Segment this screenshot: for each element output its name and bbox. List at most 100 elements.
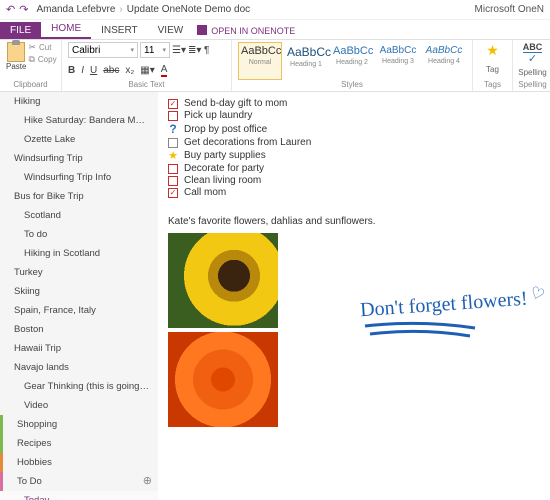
star-icon[interactable]: ★ <box>168 149 178 162</box>
task-text[interactable]: Drop by post office <box>184 124 267 135</box>
style-heading2[interactable]: AaBbCcHeading 2 <box>330 42 374 80</box>
ink-annotation[interactable]: ♡ Don't forget flowers! <box>360 292 540 343</box>
style-heading4[interactable]: AaBbCcHeading 4 <box>422 42 466 80</box>
sidebar-item-boston[interactable]: Boston <box>0 320 158 339</box>
sidebar-item-hike-bandera[interactable]: Hike Saturday: Bandera Mountain <box>0 111 158 130</box>
sidebar-item-hawaii[interactable]: Hawaii Trip <box>0 339 158 358</box>
star-icon: ★ <box>486 42 499 59</box>
style-normal[interactable]: AaBbCcNormal <box>238 42 282 80</box>
style-heading3[interactable]: AaBbCcHeading 3 <box>376 42 420 80</box>
task-row[interactable]: Get decorations from Lauren <box>168 137 540 148</box>
tab-insert[interactable]: INSERT <box>91 22 148 39</box>
dahlia-image[interactable] <box>168 332 278 427</box>
font-name-value: Calibri <box>72 45 100 56</box>
paste-button[interactable]: Paste <box>6 42 26 74</box>
tag-button[interactable]: Tag <box>486 65 499 74</box>
task-text[interactable]: Send b-day gift to mom <box>184 98 287 109</box>
sidebar-item-turkey[interactable]: Turkey <box>0 263 158 282</box>
highlight-button[interactable]: ▦▾ <box>140 65 154 76</box>
checkbox-empty-icon[interactable] <box>168 138 178 148</box>
numbering-button[interactable]: ≣▾ <box>188 43 202 57</box>
task-row[interactable]: ✓ Send b-day gift to mom <box>168 98 540 109</box>
task-row[interactable]: Decorate for party <box>168 163 540 174</box>
add-page-icon[interactable]: ⊕ <box>143 475 152 488</box>
cut-button[interactable]: Cut <box>28 42 56 53</box>
bold-button[interactable]: B <box>68 65 75 76</box>
task-text[interactable]: Get decorations from Lauren <box>184 137 311 148</box>
paste-label: Paste <box>6 62 26 71</box>
sidebar-item-hiking-scotland[interactable]: Hiking in Scotland <box>0 244 158 263</box>
paragraph-button[interactable]: ¶ <box>204 43 218 57</box>
sidebar-item-todo-section[interactable]: To Do⊕ <box>0 472 158 491</box>
checkbox-empty-icon[interactable] <box>168 164 178 174</box>
group-spelling: ABC✓ Spelling Spelling <box>513 40 550 91</box>
checkbox-checked-icon[interactable]: ✓ <box>168 99 178 109</box>
strikethrough-button[interactable]: abc <box>103 65 119 76</box>
breadcrumb-sep-icon: › <box>119 4 122 15</box>
redo-icon[interactable]: ↷ <box>19 3 28 16</box>
group-label-tags: Tags <box>484 80 501 89</box>
sidebar-item-navajo[interactable]: Navajo lands <box>0 358 158 377</box>
undo-icon[interactable]: ↶ <box>6 3 15 16</box>
quick-access-toolbar: ↶ ↷ <box>6 3 28 16</box>
sidebar-item-hobbies[interactable]: Hobbies <box>0 453 158 472</box>
tab-home[interactable]: HOME <box>41 20 91 39</box>
group-styles: AaBbCcNormal AaBbCcHeading 1 AaBbCcHeadi… <box>232 40 473 91</box>
ribbon-tabs: FILE HOME INSERT VIEW OPEN IN ONENOTE <box>0 20 550 40</box>
task-row[interactable]: ✓ Call mom <box>168 187 540 198</box>
tab-file[interactable]: FILE <box>0 22 41 39</box>
ink-text: Don't forget flowers! <box>359 286 540 322</box>
sidebar-item-shopping[interactable]: Shopping <box>0 415 158 434</box>
sidebar-item-windsurfing-info[interactable]: Windsurfing Trip Info <box>0 168 158 187</box>
checkbox-empty-icon[interactable] <box>168 111 178 121</box>
italic-button[interactable]: I <box>81 65 84 76</box>
font-name-select[interactable]: Calibri ▾ <box>68 42 138 58</box>
task-text[interactable]: Buy party supplies <box>184 150 266 161</box>
clipboard-icon <box>7 42 25 62</box>
open-in-onenote-button[interactable]: OPEN IN ONENOTE <box>193 23 305 39</box>
sidebar-item-hiking[interactable]: Hiking <box>0 92 158 111</box>
sidebar-item-bus-bike[interactable]: Bus for Bike Trip <box>0 187 158 206</box>
task-text[interactable]: Clean living room <box>184 175 261 186</box>
spelling-icon: ABC✓ <box>523 42 543 65</box>
task-text[interactable]: Call mom <box>184 187 226 198</box>
font-color-button[interactable]: A <box>161 64 168 77</box>
task-text[interactable]: Pick up laundry <box>184 110 252 121</box>
checkbox-checked-icon[interactable]: ✓ <box>168 188 178 198</box>
underline-button[interactable]: U <box>90 65 97 76</box>
sidebar-item-video[interactable]: Video <box>0 396 158 415</box>
sunflower-image[interactable] <box>168 233 278 328</box>
task-text[interactable]: Decorate for party <box>184 163 264 174</box>
subscript-button[interactable]: x₂ <box>125 65 134 76</box>
page-sidebar: HikingHike Saturday: Bandera MountainOze… <box>0 92 158 500</box>
sidebar-item-ozette[interactable]: Ozette Lake <box>0 130 158 149</box>
breadcrumb-doc[interactable]: Update OneNote Demo doc <box>127 4 250 15</box>
sidebar-item-spain[interactable]: Spain, France, Italy <box>0 301 158 320</box>
task-row[interactable]: ? Drop by post office <box>168 122 540 136</box>
style-heading1[interactable]: AaBbCcHeading 1 <box>284 42 328 80</box>
sidebar-item-scotland[interactable]: Scotland <box>0 206 158 225</box>
group-label-styles: Styles <box>238 80 466 89</box>
copy-button[interactable]: Copy <box>28 54 56 65</box>
task-row[interactable]: Clean living room <box>168 175 540 186</box>
chevron-down-icon: ▾ <box>130 46 134 54</box>
bullets-button[interactable]: ☰▾ <box>172 43 186 57</box>
group-label-basictext: Basic Text <box>68 80 225 89</box>
group-label-spelling: Spelling <box>518 80 546 89</box>
checkbox-empty-icon[interactable] <box>168 176 178 186</box>
breadcrumb-user[interactable]: Amanda Lefebvre <box>36 4 115 15</box>
sidebar-item-recipes[interactable]: Recipes <box>0 434 158 453</box>
task-row[interactable]: ★ Buy party supplies <box>168 149 540 162</box>
sidebar-item-gear[interactable]: Gear Thinking (this is going to <box>0 377 158 396</box>
photo-caption[interactable]: Kate's favorite flowers, dahlias and sun… <box>168 216 540 227</box>
tab-view[interactable]: VIEW <box>148 22 194 39</box>
sidebar-item-skiing[interactable]: Skiing <box>0 282 158 301</box>
question-icon[interactable]: ? <box>168 122 178 136</box>
sidebar-item-today[interactable]: Today <box>0 491 158 500</box>
sidebar-item-windsurfing[interactable]: Windsurfing Trip <box>0 149 158 168</box>
sidebar-item-todo-bike[interactable]: To do <box>0 225 158 244</box>
note-canvas[interactable]: ✓ Send b-day gift to momPick up laundry? D… <box>158 92 550 500</box>
spelling-button[interactable]: Spelling <box>518 68 546 77</box>
task-row[interactable]: Pick up laundry <box>168 110 540 121</box>
font-size-select[interactable]: 11▾ <box>140 42 170 58</box>
